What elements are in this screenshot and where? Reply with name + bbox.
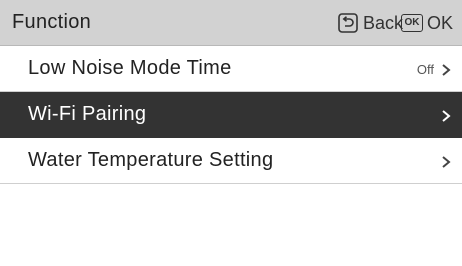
chevron-right-icon xyxy=(442,110,451,122)
menu-item-wifi-pairing[interactable]: Wi-Fi Pairing xyxy=(0,92,462,138)
chevron-right-icon xyxy=(442,64,451,76)
function-screen: Function Back OK OK Low Noise Mode Time … xyxy=(0,0,462,266)
ok-key-icon: OK xyxy=(401,14,423,32)
menu-item-low-noise-mode-time[interactable]: Low Noise Mode Time Off xyxy=(0,46,462,92)
menu-item-label: Low Noise Mode Time xyxy=(28,57,232,79)
menu-item-label: Water Temperature Setting xyxy=(28,149,274,171)
ok-label: OK xyxy=(427,12,454,33)
menu-item-value: Off xyxy=(416,62,434,77)
back-button[interactable]: Back xyxy=(338,11,403,35)
header-bar: Function Back OK OK xyxy=(0,0,462,46)
menu-item-label: Wi-Fi Pairing xyxy=(28,103,147,125)
back-return-icon xyxy=(338,13,358,33)
menu-item-water-temperature-setting[interactable]: Water Temperature Setting xyxy=(0,138,462,184)
page-title: Function xyxy=(12,11,92,33)
chevron-right-icon xyxy=(442,156,451,168)
ok-button[interactable]: OK OK xyxy=(401,11,453,35)
menu-list: Low Noise Mode Time Off Wi-Fi Pairing Wa… xyxy=(0,46,462,184)
back-label: Back xyxy=(363,12,404,33)
